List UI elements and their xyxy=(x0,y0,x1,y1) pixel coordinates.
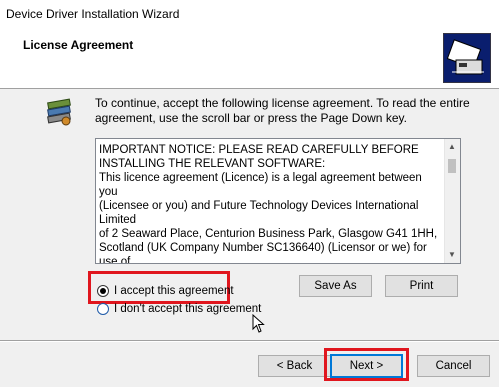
next-button[interactable]: Next > xyxy=(330,354,403,378)
license-textbox[interactable]: IMPORTANT NOTICE: PLEASE READ CAREFULLY … xyxy=(95,138,461,264)
scroll-thumb[interactable] xyxy=(448,159,456,173)
mouse-cursor-icon xyxy=(252,313,266,337)
print-button[interactable]: Print xyxy=(385,275,458,297)
decline-label[interactable]: I don't accept this agreement xyxy=(114,303,261,315)
back-button[interactable]: < Back xyxy=(258,355,331,377)
title-bar: Device Driver Installation Wizard xyxy=(0,0,499,30)
footer-separator xyxy=(0,340,499,342)
accept-radio[interactable] xyxy=(97,285,109,297)
wizard-header: License Agreement xyxy=(0,30,499,89)
license-document-icon xyxy=(44,95,78,129)
accept-option[interactable]: I accept this agreement xyxy=(97,285,234,297)
decline-radio[interactable] xyxy=(97,303,109,315)
wizard-window: Device Driver Installation Wizard Licens… xyxy=(0,0,499,387)
scroll-up-icon[interactable]: ▲ xyxy=(448,142,456,151)
intro-text: To continue, accept the following licens… xyxy=(95,96,470,125)
license-text: IMPORTANT NOTICE: PLEASE READ CAREFULLY … xyxy=(99,144,438,264)
scroll-down-icon[interactable]: ▼ xyxy=(448,250,456,259)
page-title: License Agreement xyxy=(23,38,134,52)
save-as-button[interactable]: Save As xyxy=(299,275,372,297)
driver-install-icon xyxy=(443,33,491,83)
decline-option[interactable]: I don't accept this agreement xyxy=(97,303,261,315)
window-title: Device Driver Installation Wizard xyxy=(6,7,180,21)
license-scrollbar[interactable]: ▲ ▼ xyxy=(444,139,460,263)
cancel-button[interactable]: Cancel xyxy=(417,355,490,377)
accept-label[interactable]: I accept this agreement xyxy=(114,285,234,297)
